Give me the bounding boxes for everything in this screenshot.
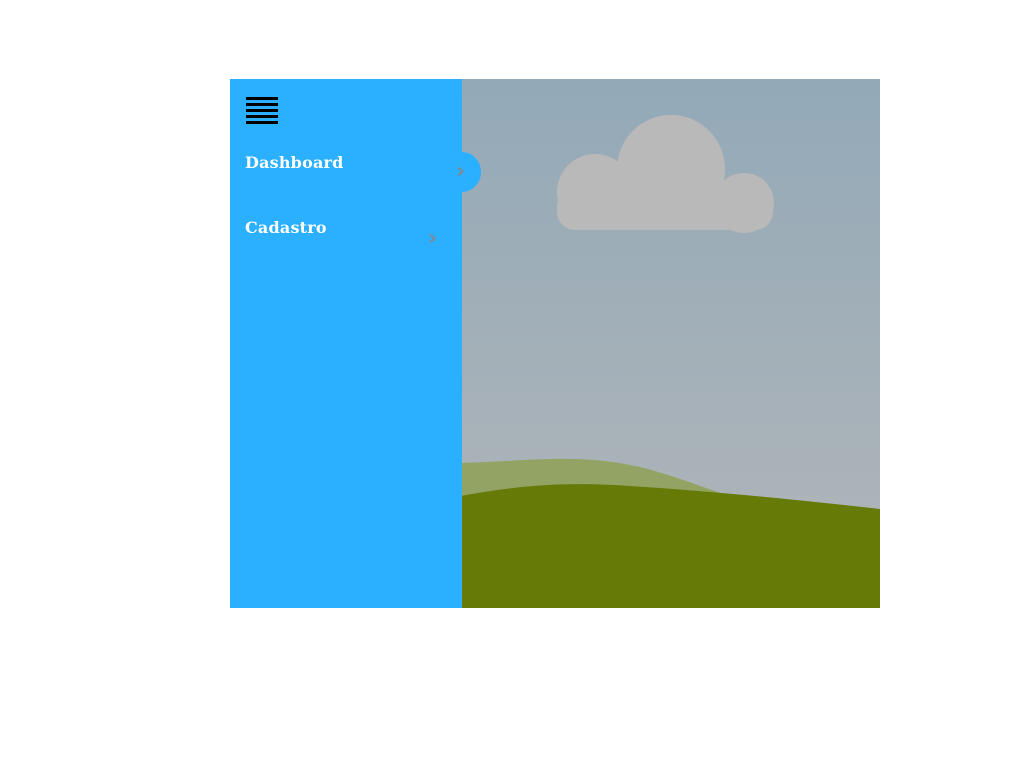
sidebar-item-label: Cadastro bbox=[245, 218, 327, 237]
sidebar-item-dashboard[interactable]: Dashboard bbox=[230, 153, 462, 193]
chevron-right-icon: › bbox=[456, 159, 466, 184]
hamburger-menu-icon[interactable] bbox=[244, 95, 278, 125]
sidebar-item-cadastro[interactable]: Cadastro › bbox=[230, 218, 462, 258]
sidebar-item-label: Dashboard bbox=[245, 153, 344, 172]
sidebar: Dashboard Cadastro › bbox=[230, 79, 462, 608]
sidebar-expand-button[interactable]: › bbox=[443, 152, 481, 192]
app-window: Dashboard Cadastro › › bbox=[230, 79, 880, 608]
chevron-right-icon: › bbox=[428, 226, 438, 251]
